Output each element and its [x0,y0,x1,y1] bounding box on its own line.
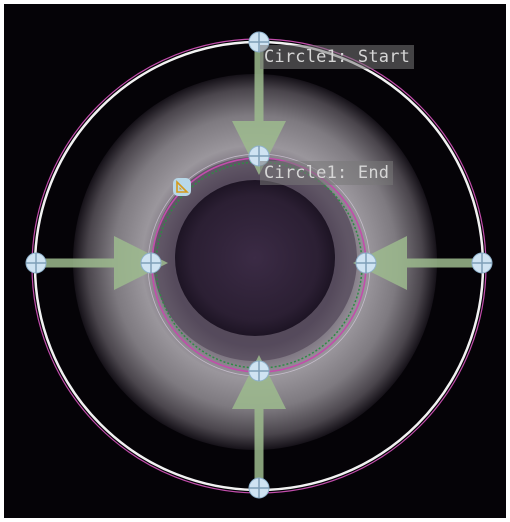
handle-inner-bottom[interactable] [248,360,270,382]
handle-inner-left[interactable] [140,252,162,274]
set-square-icon[interactable] [173,178,191,196]
handle-inner-right[interactable] [355,252,377,274]
circle-end-label: Circle1: End [260,161,394,185]
handle-outer-left[interactable] [25,252,47,274]
circle-start-label: Circle1: Start [260,45,415,69]
handle-outer-bottom[interactable] [248,477,270,499]
handle-outer-right[interactable] [471,252,493,274]
image-viewport[interactable]: Circle1: Start Circle1: End [4,4,506,518]
specimen-hole [175,180,335,336]
measurement-canvas [25,31,493,499]
